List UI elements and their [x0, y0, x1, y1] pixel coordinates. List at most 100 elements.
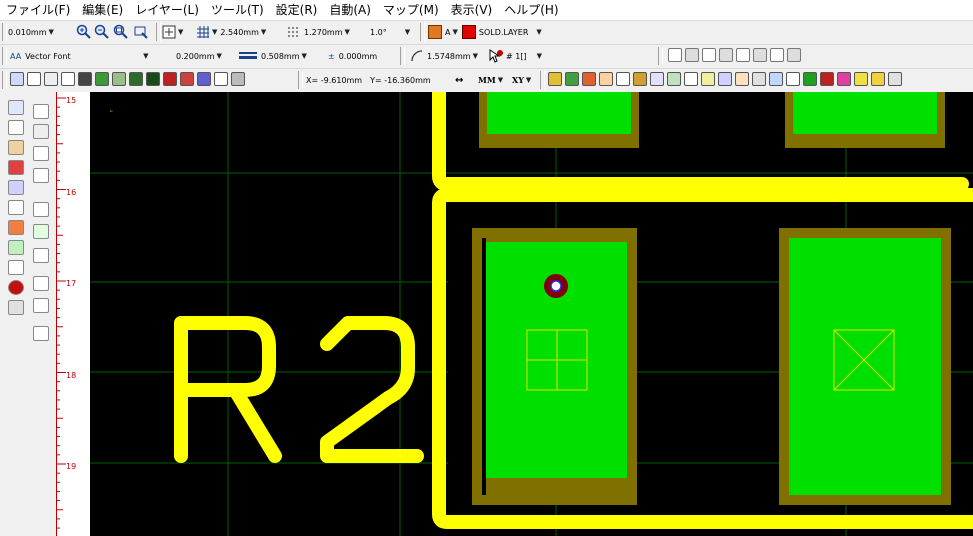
- line-icon[interactable]: [27, 72, 41, 86]
- pad-2[interactable]: [779, 228, 951, 505]
- action-icon-8[interactable]: [667, 72, 681, 86]
- copper-icon[interactable]: [95, 72, 109, 86]
- drc-tool-icon[interactable]: [33, 224, 49, 239]
- action-icon-11[interactable]: [718, 72, 732, 86]
- grid-select[interactable]: ▼ 2.540mm ▼: [196, 24, 266, 40]
- action-icon-6[interactable]: [633, 72, 647, 86]
- select-tool-icon[interactable]: [8, 100, 24, 115]
- action-icon-7[interactable]: [650, 72, 664, 86]
- toolbar-grip[interactable]: [2, 23, 7, 41]
- rotate-tool-icon[interactable]: [33, 124, 49, 139]
- bend-tool-icon[interactable]: [33, 202, 49, 217]
- action-icon-19[interactable]: [854, 72, 868, 86]
- unit-select[interactable]: MM ▼: [478, 72, 503, 88]
- wave-tool-icon[interactable]: [8, 220, 24, 235]
- menu-tools[interactable]: ツール(T): [205, 0, 270, 20]
- xy-select[interactable]: XY ▼: [512, 72, 531, 88]
- pattern-icon[interactable]: [112, 72, 126, 86]
- action-icon-20[interactable]: [871, 72, 885, 86]
- action-icon-13[interactable]: [752, 72, 766, 86]
- arc-select[interactable]: 1.5748mm ▼: [410, 48, 478, 64]
- snap-select[interactable]: 0.010mm ▼: [8, 24, 54, 40]
- pad-tool-icon[interactable]: [33, 168, 49, 183]
- menu-auto[interactable]: 自動(A): [323, 0, 377, 20]
- action-icon-16[interactable]: [803, 72, 817, 86]
- rect-icon[interactable]: [61, 72, 75, 86]
- zoom-in-button[interactable]: [76, 24, 92, 40]
- align-center-icon[interactable]: [719, 48, 733, 62]
- slope-tool-icon[interactable]: [33, 276, 49, 291]
- stop-tool-icon[interactable]: [8, 280, 24, 295]
- pad-select[interactable]: # 1[] ▼: [488, 48, 542, 64]
- via-icon[interactable]: [163, 72, 177, 86]
- toolbar-grip[interactable]: [2, 71, 7, 89]
- route-icon[interactable]: [180, 72, 194, 86]
- action-icon-3[interactable]: [582, 72, 596, 86]
- action-icon-21[interactable]: [888, 72, 902, 86]
- layer-tool-icon[interactable]: [8, 180, 24, 195]
- action-icon-14[interactable]: [769, 72, 783, 86]
- action-icon-4[interactable]: [599, 72, 613, 86]
- list-tool-icon[interactable]: [33, 248, 49, 263]
- action-icon-15[interactable]: [786, 72, 800, 86]
- array-tool-icon[interactable]: [33, 146, 49, 161]
- align-icon-1[interactable]: [668, 48, 682, 62]
- snap-mode-button[interactable]: ▼: [162, 24, 183, 40]
- menu-settings[interactable]: 設定(R): [270, 0, 324, 20]
- menu-edit[interactable]: 編集(E): [76, 0, 129, 20]
- line-width-select[interactable]: 0.508mm ▼: [238, 48, 307, 64]
- align-middle-icon[interactable]: [770, 48, 784, 62]
- menu-file[interactable]: ファイル(F): [0, 0, 76, 20]
- measure-button[interactable]: ↔: [455, 72, 463, 88]
- action-icon-2[interactable]: [565, 72, 579, 86]
- action-icon-10[interactable]: [701, 72, 715, 86]
- action-icon-12[interactable]: [735, 72, 749, 86]
- menu-layer[interactable]: レイヤー(L): [129, 0, 205, 20]
- net-tool-icon[interactable]: [8, 300, 24, 315]
- action-icon-5[interactable]: [616, 72, 630, 86]
- distribute-tool-icon[interactable]: [33, 298, 49, 313]
- fill-icon[interactable]: [78, 72, 92, 86]
- curve-tool-icon[interactable]: [8, 240, 24, 255]
- menu-map[interactable]: マップ(M): [377, 0, 445, 20]
- action-icon-9[interactable]: [684, 72, 698, 86]
- route-tool-icon[interactable]: [8, 120, 24, 135]
- zoom-window-button[interactable]: [113, 24, 129, 40]
- action-icon-18[interactable]: [837, 72, 851, 86]
- cross-tool-icon[interactable]: [8, 260, 24, 275]
- grid2-select[interactable]: 1.270mm ▼: [286, 24, 350, 40]
- keepout-icon[interactable]: [146, 72, 160, 86]
- select-icon[interactable]: [10, 72, 24, 86]
- zoom-out-icon: [94, 24, 109, 39]
- align-bottom-icon[interactable]: [787, 48, 801, 62]
- move-right-icon[interactable]: [33, 104, 49, 119]
- align-left-icon[interactable]: [702, 48, 716, 62]
- ruler-label: 18: [66, 371, 77, 380]
- offset-select[interactable]: ± 0.000mm: [328, 48, 377, 64]
- align-right-icon[interactable]: [736, 48, 750, 62]
- polygon-icon[interactable]: [129, 72, 143, 86]
- trim-tool-icon[interactable]: [33, 326, 49, 341]
- font-select[interactable]: AA Vector Font ▼: [10, 48, 149, 64]
- via-tool-icon[interactable]: [8, 160, 24, 175]
- pcb-canvas[interactable]: R2: [90, 92, 973, 536]
- align-icon-2[interactable]: [685, 48, 699, 62]
- menu-view[interactable]: 表示(V): [445, 0, 499, 20]
- text-size-select[interactable]: 0.200mm ▼: [176, 48, 222, 64]
- layer-select[interactable]: A ▼ SOLD.LAYER ▼: [428, 24, 542, 40]
- edit-tool-icon[interactable]: [8, 140, 24, 155]
- align-top-icon[interactable]: [753, 48, 767, 62]
- zoom-fit-button[interactable]: [133, 24, 149, 40]
- action-icon-1[interactable]: [548, 72, 562, 86]
- text-icon[interactable]: [44, 72, 58, 86]
- zoom-out-button[interactable]: [94, 24, 110, 40]
- toolbar-grip[interactable]: [2, 47, 7, 65]
- angle-select[interactable]: 1.0° ▼: [370, 24, 410, 40]
- left-tool-palette: [0, 92, 56, 536]
- table-icon[interactable]: [214, 72, 228, 86]
- grid-table-icon[interactable]: [231, 72, 245, 86]
- bus-icon[interactable]: [197, 72, 211, 86]
- align-tool-icon[interactable]: [8, 200, 24, 215]
- menu-help[interactable]: ヘルプ(H): [498, 0, 564, 20]
- action-icon-17[interactable]: [820, 72, 834, 86]
